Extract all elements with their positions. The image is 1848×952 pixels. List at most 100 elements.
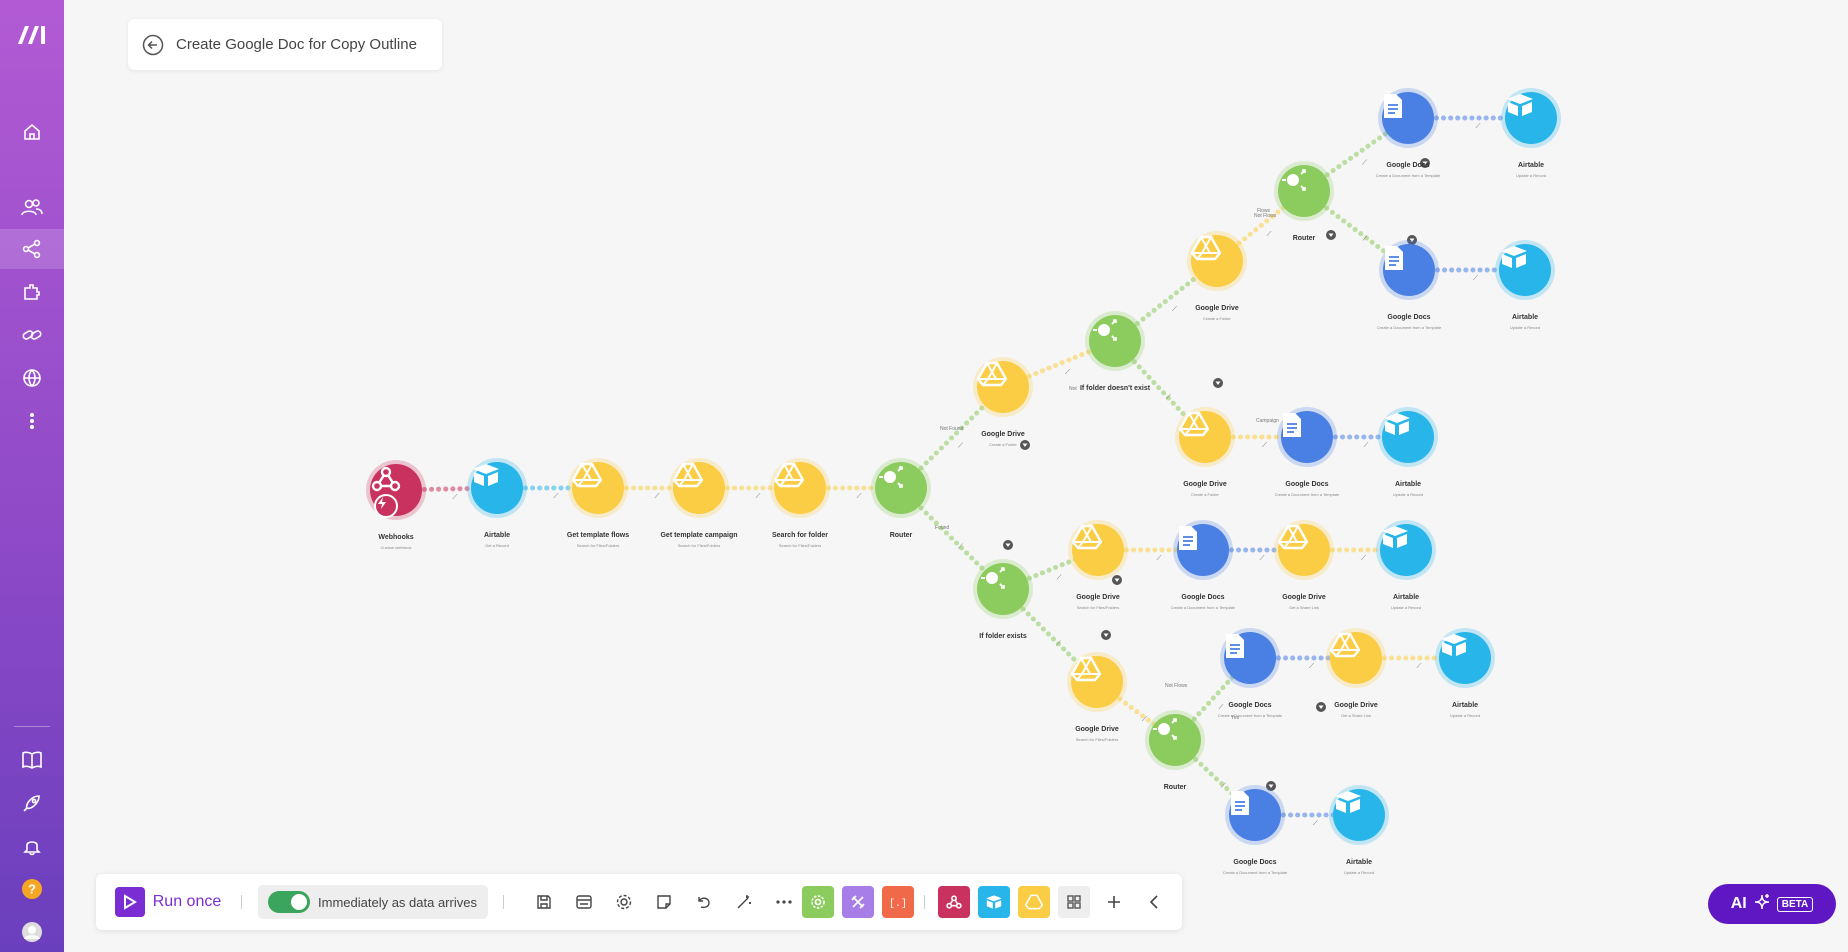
- module-at2[interactable]: [1505, 92, 1557, 144]
- module-gd1[interactable]: [572, 462, 624, 514]
- module-doc3[interactable]: [1281, 411, 1333, 463]
- profile-icon[interactable]: [0, 912, 64, 952]
- explain-flow-icon[interactable]: [570, 888, 598, 916]
- module-doc6[interactable]: [1229, 789, 1281, 841]
- airtable-app-icon[interactable]: [978, 886, 1010, 918]
- scenario-title[interactable]: Create Google Doc for Copy Outline: [176, 36, 417, 53]
- connections-icon[interactable]: [0, 315, 64, 355]
- docs-icon[interactable]: [0, 740, 64, 780]
- route-label[interactable]: Not: [1069, 386, 1077, 392]
- wrench-icon[interactable]: ⟋: [1476, 122, 1481, 130]
- wrench-icon[interactable]: ⟋: [655, 492, 660, 500]
- module-r1[interactable]: [875, 462, 927, 514]
- module-gd4[interactable]: [977, 361, 1029, 413]
- webhooks-app-icon[interactable]: [938, 886, 970, 918]
- apps-icon[interactable]: [0, 272, 64, 312]
- module-at4[interactable]: [1382, 411, 1434, 463]
- module-gd7[interactable]: [1072, 524, 1124, 576]
- module-at7[interactable]: [1333, 789, 1385, 841]
- notifications-icon[interactable]: [0, 826, 64, 866]
- route-label[interactable]: Not Flows: [1254, 213, 1277, 219]
- schedule-setting[interactable]: Immediately as data arrives: [258, 885, 488, 919]
- wrench-icon[interactable]: ⟋: [1221, 782, 1226, 790]
- whats-new-icon[interactable]: [0, 783, 64, 823]
- save-icon[interactable]: [530, 888, 558, 916]
- undo-icon[interactable]: [690, 888, 718, 916]
- module-name: If folder doesn't exist: [1079, 385, 1151, 392]
- add-icon[interactable]: [1098, 886, 1130, 918]
- wrench-icon[interactable]: ⟋: [1262, 441, 1267, 449]
- run-once-button[interactable]: Run once: [108, 887, 228, 917]
- wrench-icon[interactable]: ⟋: [1267, 230, 1272, 238]
- wrench-icon[interactable]: ⟋: [1057, 574, 1062, 582]
- help-icon[interactable]: ?: [0, 869, 64, 909]
- wrench-icon[interactable]: ⟋: [1260, 554, 1265, 562]
- wrench-icon[interactable]: ⟋: [554, 492, 559, 500]
- settings-icon[interactable]: [610, 888, 638, 916]
- scenarios-icon[interactable]: [0, 229, 64, 269]
- make-logo[interactable]: [0, 14, 64, 54]
- home-icon[interactable]: [0, 112, 64, 152]
- module-action: Search for Files/Folders: [1076, 605, 1120, 610]
- module-gd9[interactable]: [1071, 656, 1123, 708]
- all-apps-icon[interactable]: [1058, 886, 1090, 918]
- wrench-icon[interactable]: ⟋: [1309, 662, 1314, 670]
- scheduling-toggle[interactable]: [268, 891, 310, 913]
- module-doc5[interactable]: [1224, 632, 1276, 684]
- wrench-icon[interactable]: ⟋: [1172, 305, 1177, 313]
- module-doc4[interactable]: [1177, 524, 1229, 576]
- module-r3[interactable]: [1278, 165, 1330, 217]
- module-at5[interactable]: [1380, 524, 1432, 576]
- module-at1[interactable]: [471, 462, 523, 514]
- webhooks-icon[interactable]: [0, 358, 64, 398]
- google-drive-app-icon[interactable]: [1018, 886, 1050, 918]
- wrench-icon[interactable]: ⟋: [1417, 662, 1422, 670]
- module-r4[interactable]: [977, 563, 1029, 615]
- tools-icon[interactable]: [802, 886, 834, 918]
- back-arrow-icon[interactable]: [142, 34, 164, 56]
- module-r5[interactable]: [1149, 714, 1201, 766]
- scenario-canvas[interactable]: ⟋ ⟋ ⟋ ⟋ ⟋ ⟋ ⟋ ⟋ ⟋ ⟋ ⟋ ⟋ ⟋ ⟋ ⟋ ⟋ ⟋ ⟋ ⟋ ⟋ ⟋ ⟋ ⟋ ⟋ ⟋ ⟋ ⟋ ⟋ Not Found Fou…: [64, 0, 1848, 952]
- wrench-icon[interactable]: ⟋: [1362, 159, 1367, 167]
- wrench-icon[interactable]: ⟋: [453, 493, 458, 501]
- module-doc1[interactable]: [1382, 92, 1434, 144]
- route-label[interactable]: Found: [935, 525, 949, 531]
- flow-control-icon[interactable]: [842, 886, 874, 918]
- ai-assistant-button[interactable]: AI BETA: [1708, 884, 1836, 924]
- route-label[interactable]: Not Found: [940, 426, 964, 432]
- team-icon[interactable]: [0, 187, 64, 227]
- route-label[interactable]: Campaign: [1256, 418, 1279, 424]
- wrench-icon[interactable]: ⟋: [857, 492, 862, 500]
- module-gd2[interactable]: [673, 462, 725, 514]
- wrench-icon[interactable]: ⟋: [1056, 640, 1061, 648]
- module-doc2[interactable]: [1383, 244, 1435, 296]
- wrench-icon[interactable]: ⟋: [958, 543, 963, 551]
- module-r2[interactable]: [1089, 315, 1141, 367]
- module-gd6[interactable]: [1179, 411, 1231, 463]
- wrench-icon[interactable]: ⟋: [1313, 819, 1318, 827]
- auto-align-icon[interactable]: [730, 888, 758, 916]
- wrench-icon[interactable]: ⟋: [1142, 715, 1147, 723]
- module-gd3[interactable]: [774, 462, 826, 514]
- module-at3[interactable]: [1499, 244, 1551, 296]
- text-parser-icon[interactable]: [.]: [882, 886, 914, 918]
- more-icon[interactable]: [0, 401, 64, 441]
- wrench-icon[interactable]: ⟋: [1363, 235, 1368, 243]
- module-gd10[interactable]: [1330, 632, 1382, 684]
- wrench-icon[interactable]: ⟋: [1157, 554, 1162, 562]
- route-label[interactable]: Not Flows: [1165, 683, 1188, 689]
- wrench-icon[interactable]: ⟋: [958, 442, 963, 450]
- module-at6[interactable]: [1439, 632, 1491, 684]
- notes-icon[interactable]: [650, 888, 678, 916]
- module-gd8[interactable]: [1278, 524, 1330, 576]
- collapse-icon[interactable]: [1138, 886, 1170, 918]
- wrench-icon[interactable]: ⟋: [1361, 554, 1366, 562]
- wrench-icon[interactable]: ⟋: [756, 492, 761, 500]
- module-gd5[interactable]: [1191, 235, 1243, 287]
- module-name: Google Docs: [1387, 314, 1431, 321]
- wrench-icon[interactable]: ⟋: [1166, 393, 1171, 401]
- more-icon[interactable]: [770, 888, 798, 916]
- wrench-icon[interactable]: ⟋: [1065, 368, 1070, 376]
- wrench-icon[interactable]: ⟋: [1473, 274, 1478, 282]
- wrench-icon[interactable]: ⟋: [1364, 441, 1369, 449]
